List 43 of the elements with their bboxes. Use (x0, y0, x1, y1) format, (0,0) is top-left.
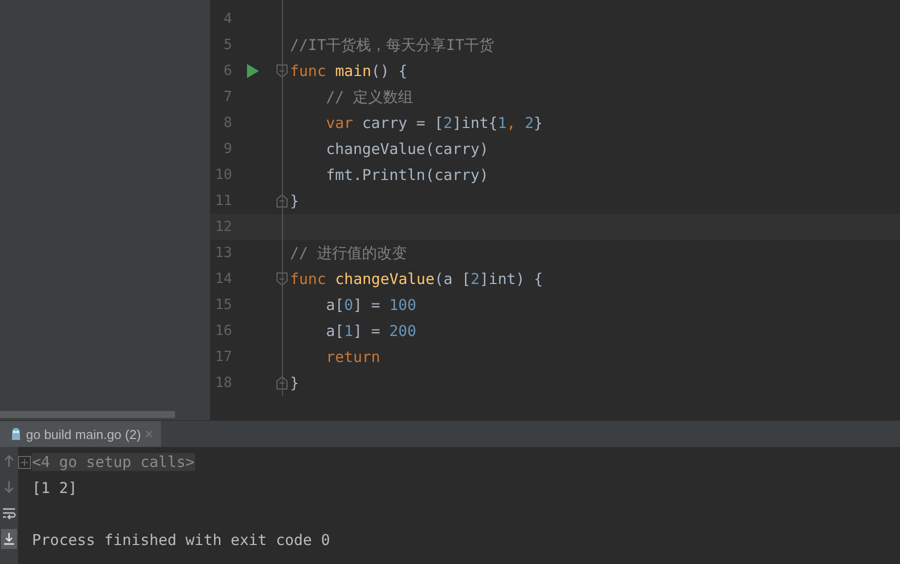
line-number: 11 (214, 193, 232, 209)
down-arrow-icon[interactable] (2, 480, 16, 494)
code-line: a[0] = 100 (325, 296, 416, 314)
line-number: 13 (214, 245, 232, 261)
soft-wrap-icon[interactable] (2, 506, 16, 520)
folded-lines[interactable]: <4 go setup calls> (32, 453, 195, 471)
code-line: // 进行值的改变 (290, 244, 408, 262)
up-arrow-icon[interactable] (2, 454, 16, 468)
fold-start-icon[interactable] (276, 64, 288, 78)
close-icon[interactable] (144, 430, 153, 438)
code-line: } (290, 192, 300, 210)
line-number: 8 (222, 115, 232, 131)
line-number: 16 (214, 323, 232, 339)
output-line: Process finished with exit code 0 (32, 531, 330, 549)
line-number: 17 (214, 349, 232, 365)
line-number: 15 (214, 297, 232, 313)
line-number: 14 (214, 271, 232, 287)
output-line: [1 2] (32, 479, 78, 497)
code-line: var carry = [2]int{1, 2} (325, 114, 543, 132)
code-line: changeValue(carry) (325, 140, 489, 158)
line-number: 10 (214, 167, 232, 183)
run-icon[interactable] (247, 64, 259, 78)
line-number: 6 (222, 63, 232, 79)
code-line: func main() { (290, 62, 408, 80)
expand-icon[interactable] (18, 456, 31, 468)
code-line: a[1] = 200 (325, 322, 416, 340)
line-number: 9 (222, 141, 232, 157)
code-line: // 定义数组 (325, 88, 414, 106)
code-line: fmt.Println(carry) (325, 166, 489, 184)
code-line: return (325, 348, 380, 366)
line-number: 18 (214, 375, 232, 391)
line-number: 4 (222, 11, 232, 27)
fold-end-icon[interactable] (276, 376, 288, 390)
line-number: 5 (222, 37, 232, 53)
run-tab[interactable]: go build main.go (2) (0, 421, 161, 447)
line-number: 7 (222, 89, 232, 105)
code-line: } (290, 374, 300, 392)
code-line: func changeValue(a [2]int) { (290, 270, 543, 288)
scroll-to-end-icon[interactable] (2, 532, 16, 546)
gopher-icon (10, 427, 22, 441)
code-line: //IT干货栈，每天分享IT干货 (290, 36, 494, 54)
fold-start-icon[interactable] (276, 272, 288, 286)
fold-end-icon[interactable] (276, 194, 288, 208)
